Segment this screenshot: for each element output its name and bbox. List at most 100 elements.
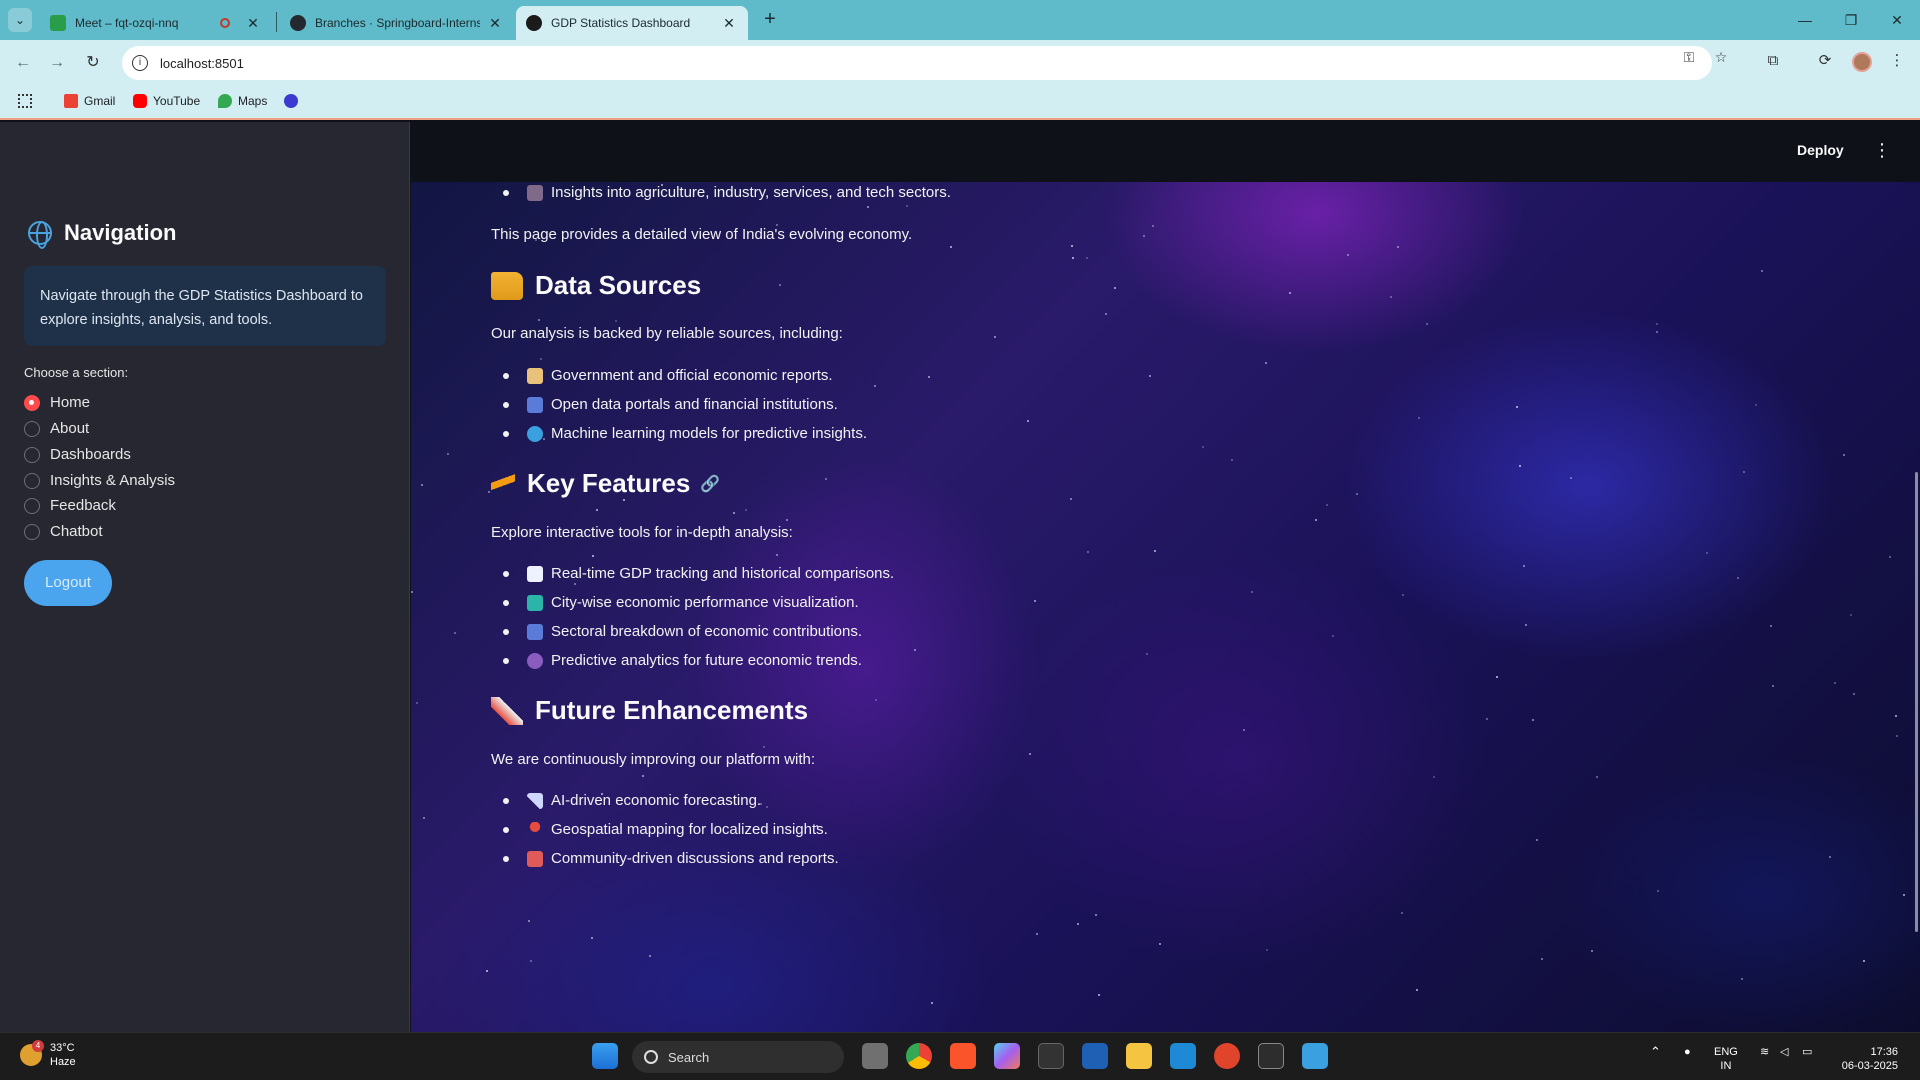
star-dot xyxy=(486,970,488,972)
chrome-icon[interactable] xyxy=(906,1043,932,1069)
list-item-text: Machine learning models for predictive i… xyxy=(551,425,867,442)
sync-icon[interactable]: ⟳ xyxy=(1814,50,1836,72)
file-explorer-icon[interactable] xyxy=(1126,1043,1152,1069)
clock-date: 06-03-2025 xyxy=(1841,1060,1898,1072)
star-dot xyxy=(1154,550,1156,552)
app-icon xyxy=(284,94,298,108)
radio-icon xyxy=(24,472,40,489)
radio-home[interactable]: Home xyxy=(24,394,90,411)
microphone-icon[interactable]: ● xyxy=(1684,1045,1691,1059)
main-menu-icon[interactable]: ⋮ xyxy=(1873,140,1891,160)
star-dot xyxy=(1332,635,1334,637)
radio-about[interactable]: About xyxy=(24,420,89,437)
tab-meet[interactable]: Meet – fqt-ozqi-nnq ✕ xyxy=(40,6,272,40)
star-dot xyxy=(1853,693,1855,695)
brave-icon[interactable] xyxy=(950,1043,976,1069)
radio-feedback[interactable]: Feedback xyxy=(24,497,116,514)
tab-search-button[interactable]: ⌄ xyxy=(8,8,32,32)
radio-label: Insights & Analysis xyxy=(50,472,176,489)
tab-separator xyxy=(276,12,277,32)
task-view-icon[interactable] xyxy=(862,1043,888,1069)
close-icon[interactable]: ✕ xyxy=(486,15,504,32)
star-dot xyxy=(1266,949,1268,951)
star-dot xyxy=(1390,296,1392,298)
bookmark-star-icon[interactable]: ☆ xyxy=(1712,49,1730,67)
heading-data-sources: Data Sources xyxy=(491,270,701,301)
radio-insights[interactable]: Insights & Analysis xyxy=(24,472,175,489)
site-info-icon[interactable]: i xyxy=(132,55,148,71)
tab-gdp-dashboard[interactable]: GDP Statistics Dashboard ✕ xyxy=(516,6,748,40)
star-dot xyxy=(1251,591,1253,593)
bookmark-gmail[interactable]: Gmail xyxy=(64,94,115,108)
star-dot xyxy=(615,320,617,322)
close-icon[interactable]: ✕ xyxy=(720,15,738,32)
weather-widget[interactable]: 4 33°C Haze xyxy=(20,1040,76,1069)
volume-icon[interactable]: ◁ xyxy=(1780,1045,1788,1059)
battery-icon[interactable]: ▭ xyxy=(1802,1045,1812,1059)
clock-time: 17:36 xyxy=(1870,1046,1898,1058)
wps-office-icon[interactable] xyxy=(1214,1043,1240,1069)
star-dot xyxy=(1541,958,1543,960)
password-key-icon[interactable]: ⚿ xyxy=(1680,49,1698,67)
chrome-menu-icon[interactable]: ⋮ xyxy=(1886,50,1908,72)
star-dot xyxy=(1265,362,1267,364)
list-item-text: Open data portals and financial institut… xyxy=(551,396,838,413)
new-tab-button[interactable]: + xyxy=(758,8,782,32)
notepad-icon[interactable] xyxy=(1302,1043,1328,1069)
apps-grid-icon[interactable] xyxy=(18,94,32,108)
vscode-icon[interactable] xyxy=(1170,1043,1196,1069)
star-dot xyxy=(1231,459,1233,461)
restore-button[interactable]: ❐ xyxy=(1828,0,1874,40)
main-scrollbar[interactable] xyxy=(1915,472,1918,932)
star-dot xyxy=(1315,519,1317,521)
star-dot xyxy=(596,509,598,511)
radio-label: Feedback xyxy=(50,497,116,514)
radio-icon xyxy=(24,523,40,540)
reload-button[interactable]: ↻ xyxy=(80,50,106,76)
browser-tabstrip: ⌄ Meet – fqt-ozqi-nnq ✕ Branches · Sprin… xyxy=(0,0,1920,40)
list-item-text: Community-driven discussions and reports… xyxy=(551,850,839,867)
weather-icon: 4 xyxy=(20,1040,44,1066)
clock[interactable]: 17:36 06-03-2025 xyxy=(1838,1045,1898,1073)
language-indicator[interactable]: ENG IN xyxy=(1714,1045,1738,1073)
address-bar[interactable]: i localhost:8501 xyxy=(122,46,1712,80)
profile-avatar[interactable] xyxy=(1852,52,1872,72)
terminal-icon[interactable] xyxy=(1038,1043,1064,1069)
radio-icon xyxy=(24,497,40,514)
bookmark-maps[interactable]: Maps xyxy=(218,94,267,108)
list-item-text: Real-time GDP tracking and historical co… xyxy=(551,565,895,582)
extensions-icon[interactable]: ⧉ xyxy=(1762,50,1784,72)
radio-chatbot[interactable]: Chatbot xyxy=(24,523,103,540)
window-close-button[interactable]: ✕ xyxy=(1874,0,1920,40)
tab-github[interactable]: Branches · Springboard-Internship ✕ xyxy=(280,6,514,40)
close-icon[interactable]: ✕ xyxy=(244,15,262,32)
taskbar-search[interactable]: Search xyxy=(632,1041,844,1073)
logout-button[interactable]: Logout xyxy=(24,560,112,606)
anchor-link-icon[interactable]: 🔗 xyxy=(700,474,720,494)
star-dot xyxy=(530,960,532,962)
star-dot xyxy=(825,478,827,480)
minimize-button[interactable]: — xyxy=(1782,0,1828,40)
bookmark-extra[interactable] xyxy=(284,94,304,108)
powershell-icon[interactable] xyxy=(1082,1043,1108,1069)
star-dot xyxy=(779,284,781,286)
tray-overflow-icon[interactable]: ⌃ xyxy=(1650,1045,1661,1059)
star-dot xyxy=(1829,856,1831,858)
cmd-icon[interactable] xyxy=(1258,1043,1284,1069)
sidebar-title-text: Navigation xyxy=(64,220,177,245)
tab-title: GDP Statistics Dashboard xyxy=(551,16,691,30)
deploy-button[interactable]: Deploy xyxy=(1797,142,1844,158)
bookmark-youtube[interactable]: YouTube xyxy=(133,94,200,108)
star-dot xyxy=(1347,254,1349,256)
star-dot xyxy=(1243,729,1245,731)
start-icon[interactable] xyxy=(592,1043,618,1069)
copilot-icon[interactable] xyxy=(994,1043,1020,1069)
back-button[interactable]: ← xyxy=(10,50,36,76)
key-features-lead: Explore interactive tools for in-depth a… xyxy=(491,524,793,541)
wifi-icon[interactable]: ≋ xyxy=(1760,1045,1769,1059)
tab-title: Branches · Springboard-Internship xyxy=(315,16,480,30)
heading-text: Data Sources xyxy=(535,270,702,300)
radio-dashboards[interactable]: Dashboards xyxy=(24,446,131,463)
url-text: localhost:8501 xyxy=(160,55,244,71)
forward-button[interactable]: → xyxy=(44,50,70,76)
